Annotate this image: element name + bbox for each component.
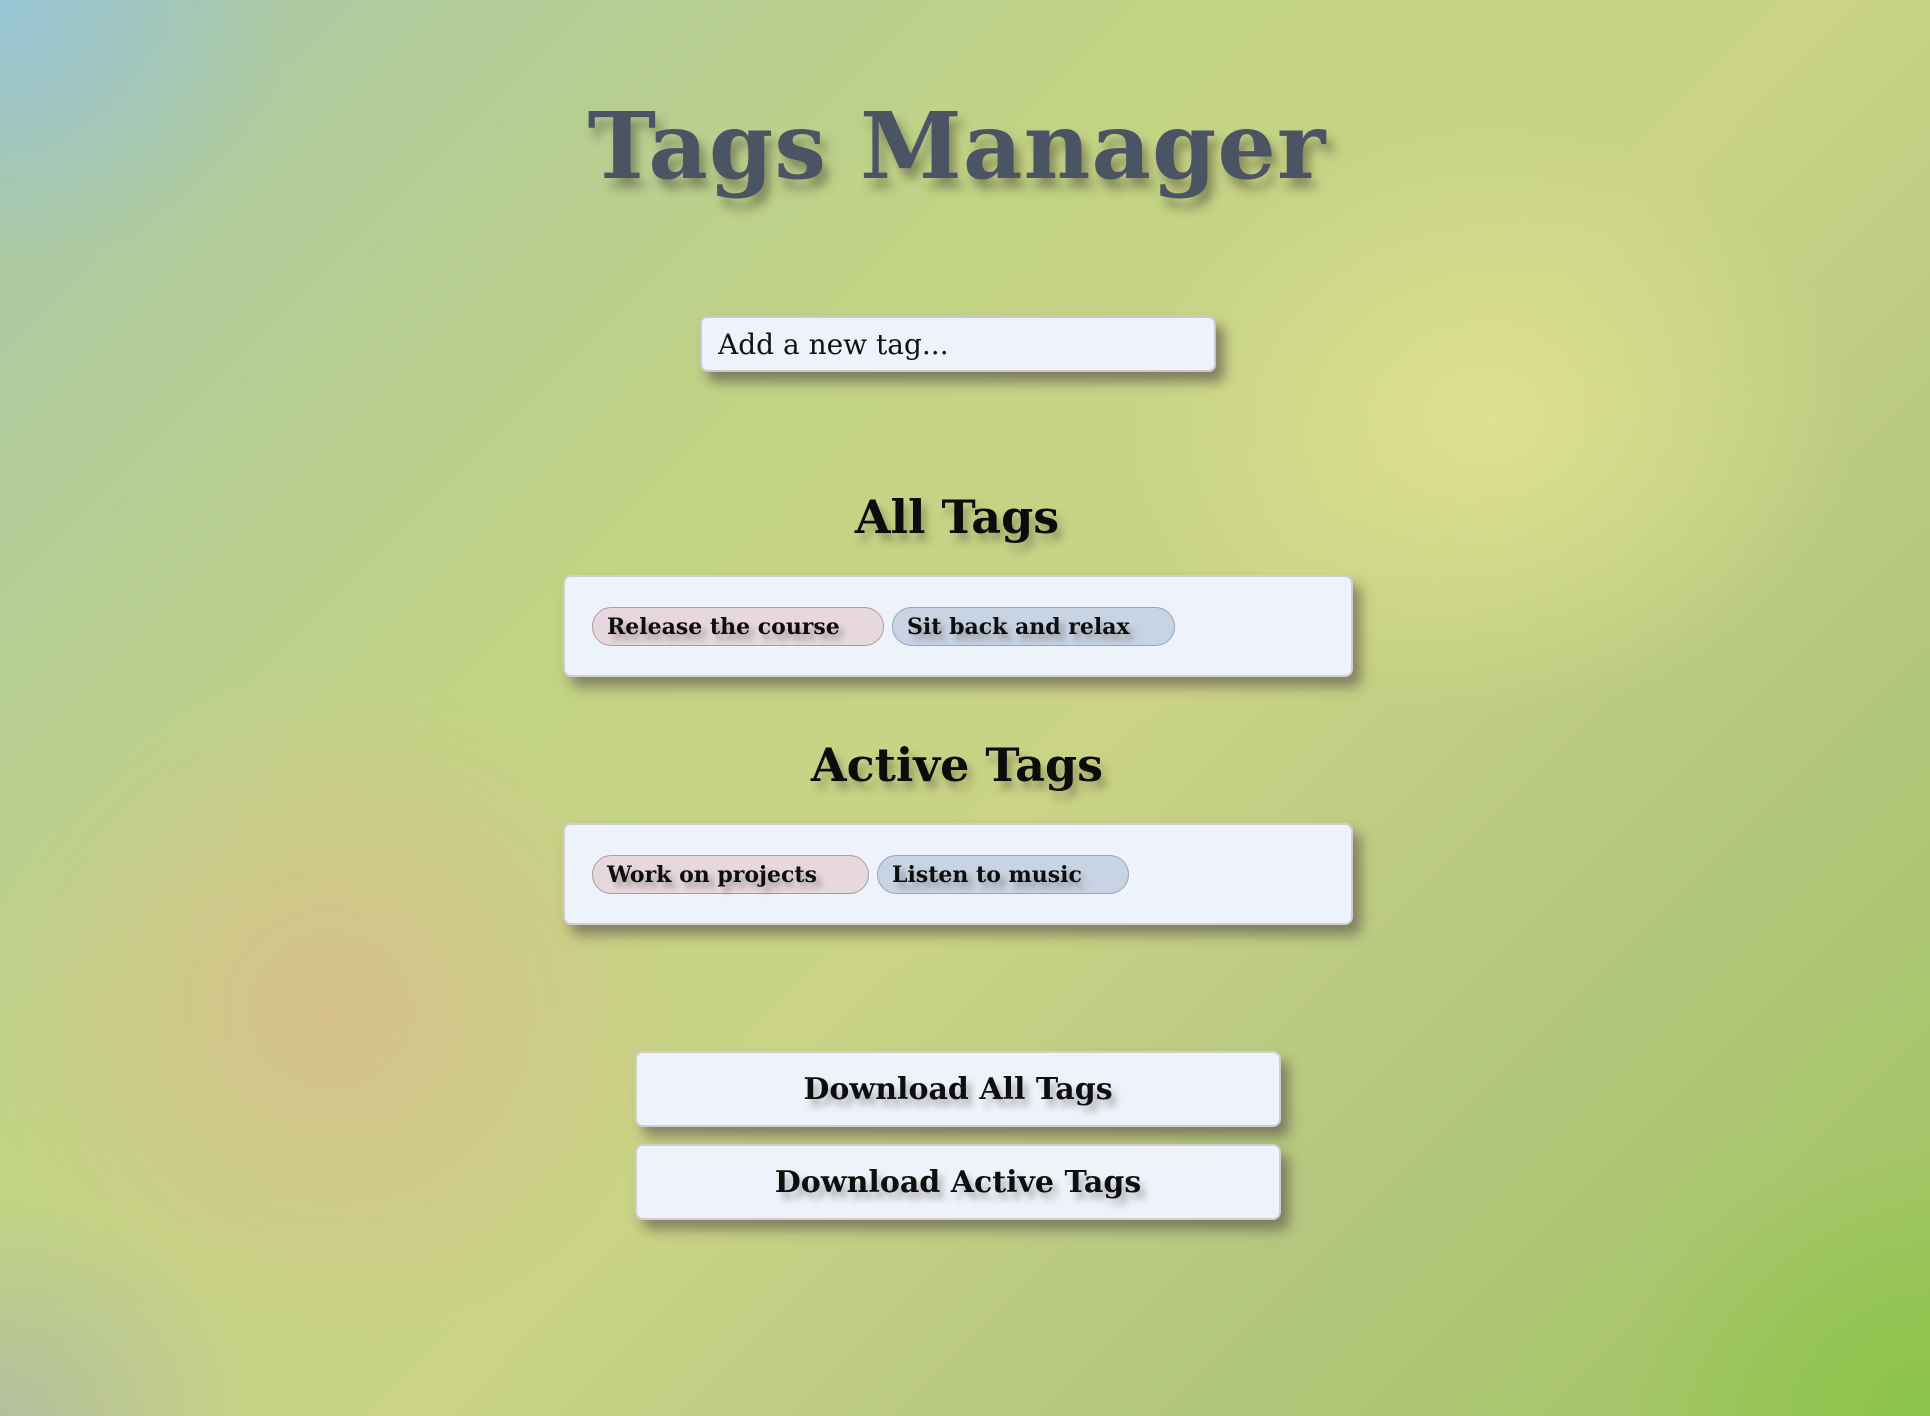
all-tags-heading: All Tags (854, 490, 1060, 544)
active-tag-pill[interactable]: Work on projects (592, 855, 869, 894)
page-title: Tags Manager (587, 92, 1327, 200)
tag-pill[interactable]: Sit back and relax (892, 607, 1175, 646)
tag-pill[interactable]: Release the course (592, 607, 884, 646)
active-tags-heading: Active Tags (810, 738, 1104, 792)
download-all-tags-button[interactable]: Download All Tags (635, 1051, 1281, 1127)
active-tag-pill[interactable]: Listen to music (877, 855, 1129, 894)
download-active-tags-button[interactable]: Download Active Tags (635, 1144, 1281, 1220)
new-tag-input[interactable] (700, 316, 1216, 372)
all-tags-container: Release the course Sit back and relax (563, 575, 1353, 677)
active-tags-container: Work on projects Listen to music (563, 823, 1353, 925)
